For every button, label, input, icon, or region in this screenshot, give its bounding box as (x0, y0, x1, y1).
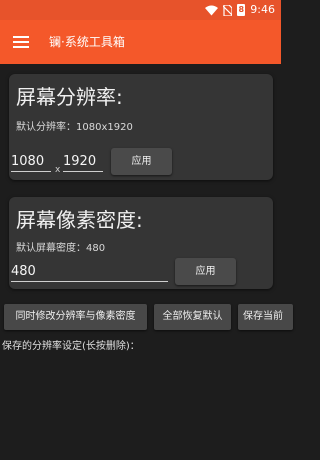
resolution-title: 屏幕分辨率: (16, 85, 123, 109)
height-input[interactable]: 1920 (63, 152, 103, 172)
restore-all-button[interactable]: 全部恢复默认 (154, 304, 231, 330)
width-input[interactable]: 1080 (11, 152, 51, 172)
battery-icon: 8 (237, 4, 246, 16)
save-current-button[interactable]: 保存当前 (238, 304, 293, 330)
status-bar: 8 9:46 (0, 0, 281, 20)
wifi-icon (205, 5, 219, 15)
density-title: 屏幕像素密度: (16, 208, 143, 232)
density-apply-button[interactable]: 应用 (175, 258, 236, 285)
menu-icon[interactable] (13, 36, 29, 48)
saved-settings-label: 保存的分辨率设定(长按删除)： (2, 341, 140, 352)
modify-both-button[interactable]: 同时修改分辨率与像素密度 (4, 304, 147, 330)
no-sim-icon (223, 4, 233, 16)
times-symbol: x (55, 165, 61, 175)
app-title: 镧·系统工具箱 (49, 35, 125, 49)
default-resolution-text: 默认分辨率：1080x1920 (16, 122, 133, 133)
clock: 9:46 (250, 3, 275, 16)
app-bar: 镧·系统工具箱 (0, 20, 281, 64)
default-density-text: 默认屏幕密度：480 (16, 243, 106, 254)
resolution-apply-button[interactable]: 应用 (111, 148, 172, 175)
status-icons: 8 9:46 (205, 3, 275, 17)
density-input[interactable]: 480 (11, 262, 168, 282)
